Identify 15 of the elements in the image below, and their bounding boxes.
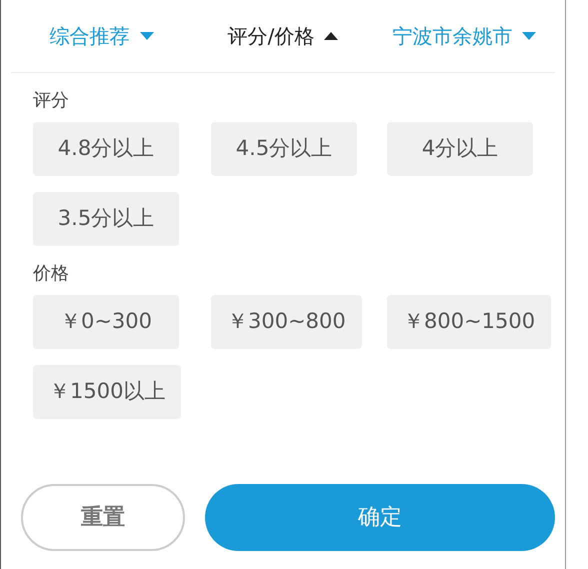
filter-tab[interactable]: 评分/价格 bbox=[222, 17, 344, 55]
filter-option[interactable]: ￥1500以上 bbox=[33, 365, 182, 419]
filter-option[interactable]: 3.5分以上 bbox=[33, 192, 179, 246]
reset-button[interactable]: 重置 bbox=[21, 484, 185, 551]
caret-down-icon bbox=[522, 32, 536, 40]
caret-down-icon bbox=[140, 32, 154, 40]
section-title: 评分 bbox=[33, 89, 69, 113]
filter-option[interactable]: 4.8分以上 bbox=[33, 122, 179, 176]
section-title: 价格 bbox=[33, 262, 69, 286]
filter-option[interactable]: 4.5分以上 bbox=[211, 122, 357, 176]
filter-option[interactable]: 4分以上 bbox=[387, 122, 533, 176]
filter-option[interactable]: ￥300~800 bbox=[211, 295, 362, 349]
caret-up-icon bbox=[324, 32, 338, 40]
filter-option[interactable]: ￥800~1500 bbox=[387, 295, 552, 349]
filter-option[interactable]: ￥0~300 bbox=[33, 295, 179, 349]
